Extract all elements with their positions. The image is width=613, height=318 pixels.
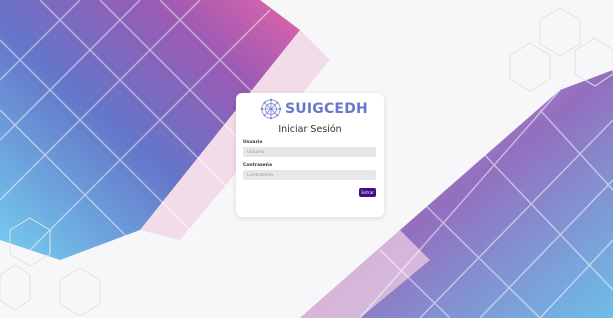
login-button[interactable]: Entrar xyxy=(359,188,376,197)
page-title: Iniciar Sesión xyxy=(278,124,342,135)
login-card: SUIGCEDH Iniciar Sesión Usuario Contrase… xyxy=(236,93,384,217)
brand-logo: SUIGCEDH xyxy=(260,98,368,120)
globe-network-icon xyxy=(260,98,282,120)
password-label: Contraseña xyxy=(243,163,272,168)
brand-name: SUIGCEDH xyxy=(285,101,368,117)
username-label: Usuario xyxy=(243,140,263,145)
password-input[interactable] xyxy=(243,170,376,180)
username-input[interactable] xyxy=(243,147,376,157)
